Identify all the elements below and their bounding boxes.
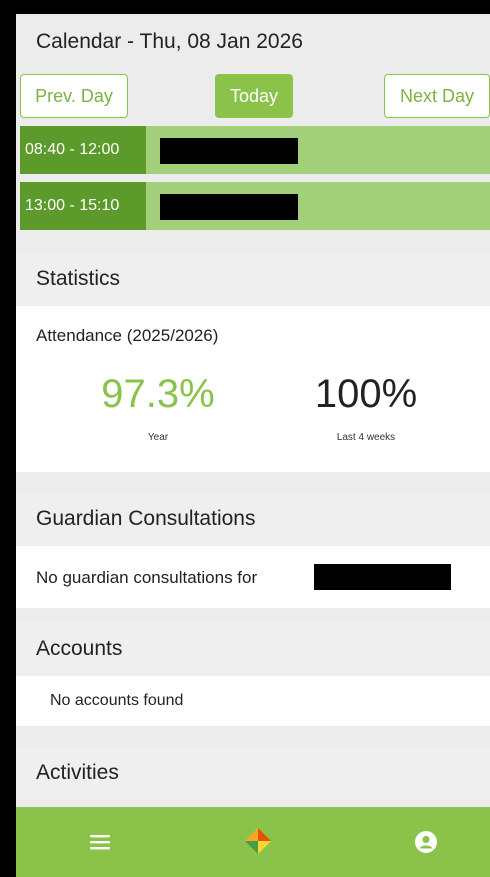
- nav-home-button[interactable]: [218, 807, 298, 877]
- lesson-item[interactable]: 13:00 - 15:10: [20, 182, 490, 230]
- recent-attendance-value: 100%: [314, 372, 418, 416]
- year-attendance-value: 97.3%: [101, 372, 215, 416]
- guardian-consultations-card: No guardian consultations for: [16, 546, 490, 608]
- statistics-header: Statistics: [16, 252, 490, 306]
- today-button[interactable]: Today: [215, 74, 293, 118]
- guardian-consultations-header: Guardian Consultations: [16, 492, 490, 546]
- nav-profile-button[interactable]: [386, 807, 466, 877]
- accounts-message: No accounts found: [50, 692, 184, 709]
- app-screen: Calendar - Thu, 08 Jan 2026 Prev. Day To…: [16, 14, 490, 877]
- lesson-time: 13:00 - 15:10: [20, 182, 146, 230]
- statistics-card: Attendance (2025/2026) 97.3% Year 100% L…: [16, 306, 490, 472]
- redacted-block: [160, 194, 298, 220]
- accounts-card: No accounts found: [16, 676, 490, 726]
- home-logo-icon: [245, 828, 271, 854]
- statistics-heading: Statistics: [36, 267, 121, 290]
- calendar-title: Calendar - Thu, 08 Jan 2026: [36, 30, 303, 53]
- bottom-nav: [16, 807, 490, 877]
- calendar-header: Calendar - Thu, 08 Jan 2026: [16, 14, 490, 70]
- lesson-item[interactable]: 08:40 - 12:00: [20, 126, 490, 174]
- lesson-time: 08:40 - 12:00: [20, 126, 146, 174]
- activities-header[interactable]: Activities: [16, 746, 490, 800]
- accounts-heading: Accounts: [36, 637, 123, 660]
- accounts-header: Accounts: [16, 622, 490, 676]
- prev-day-button[interactable]: Prev. Day: [20, 74, 128, 118]
- activities-heading: Activities: [36, 761, 119, 784]
- guardian-consultations-heading: Guardian Consultations: [36, 507, 256, 530]
- nav-menu-button[interactable]: [60, 807, 140, 877]
- user-profile-icon: [415, 831, 437, 853]
- year-attendance-caption: Year: [147, 432, 169, 443]
- menu-icon: [90, 835, 110, 850]
- guardian-consultations-message: No guardian consultations for: [36, 568, 258, 587]
- recent-attendance-caption: Last 4 weeks: [336, 432, 396, 443]
- next-day-button[interactable]: Next Day: [384, 74, 490, 118]
- attendance-label: Attendance (2025/2026): [36, 326, 219, 345]
- redacted-block: [314, 564, 451, 590]
- redacted-block: [160, 138, 298, 164]
